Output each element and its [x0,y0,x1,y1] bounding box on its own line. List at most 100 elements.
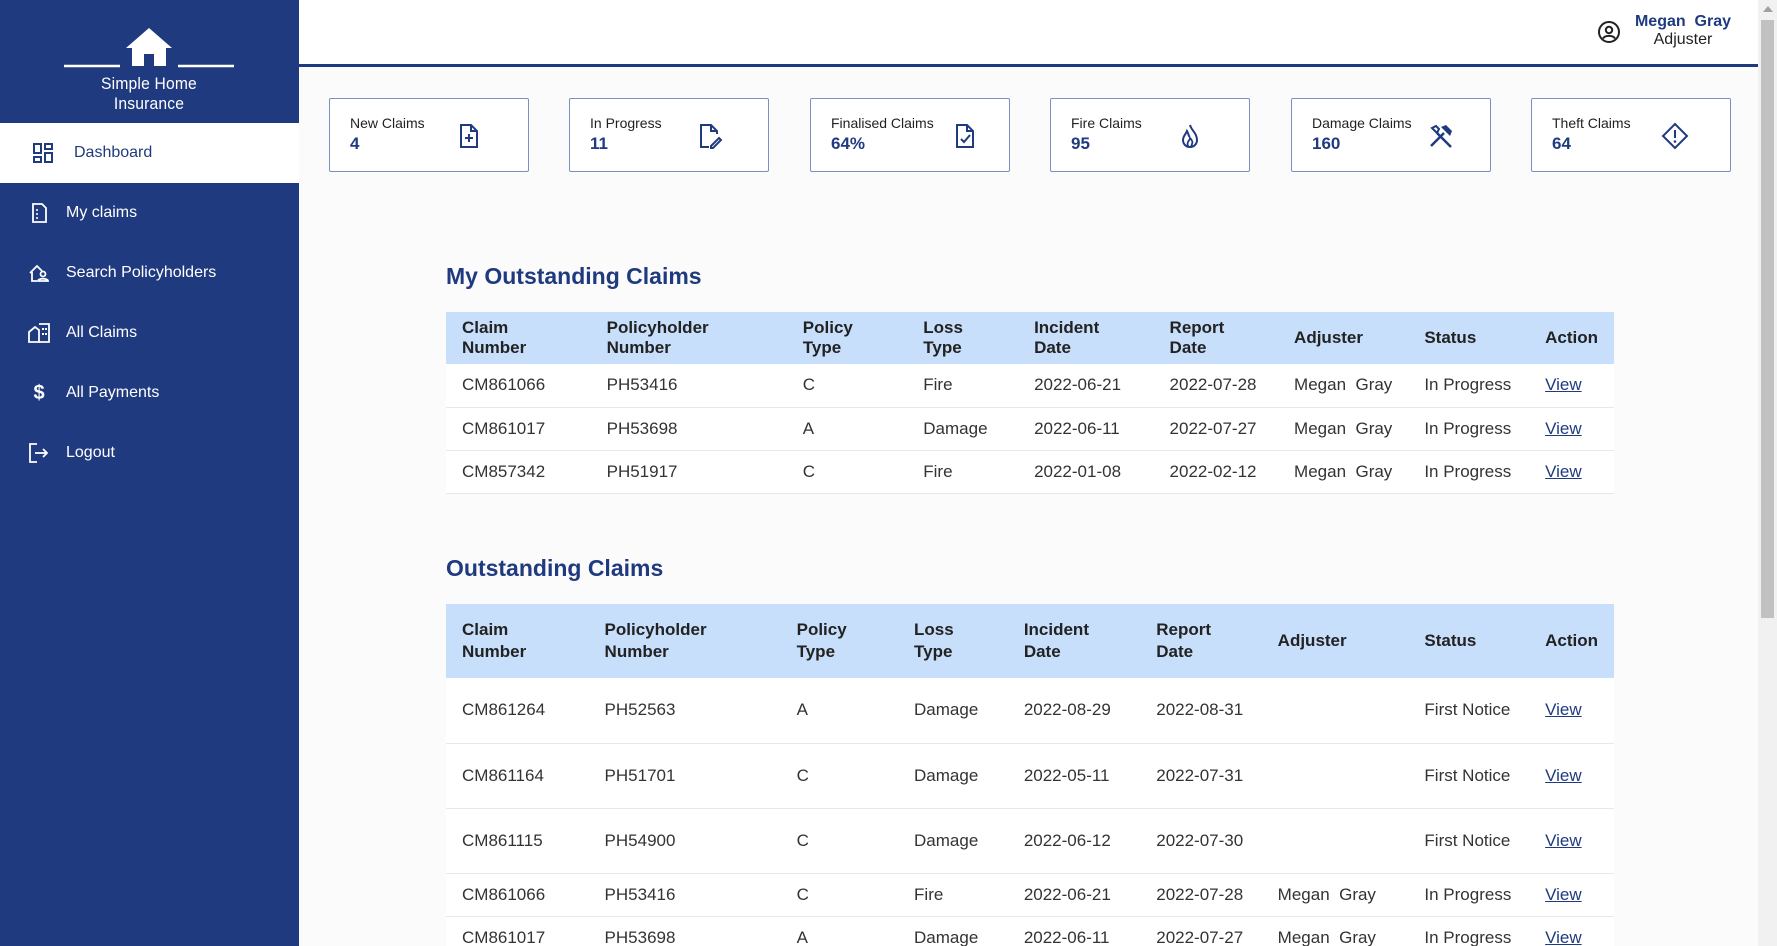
table-header-row: Claim Number Policyholder Number Policy … [446,604,1614,678]
user-info[interactable]: Megan Gray Adjuster [1635,13,1731,49]
col-loss-type[interactable]: Loss Type [898,604,1008,678]
sidebar-item-label: Search Policyholders [66,264,217,281]
col-status[interactable]: Status [1408,312,1530,364]
cell-loss-type: Damage [898,743,1008,809]
cell-claim-number: CM861017 [446,407,591,451]
cell-report-date: 2022-07-30 [1140,808,1262,874]
col-loss-type[interactable]: Loss Type [907,312,1019,364]
scroll-up-arrow-icon[interactable] [1763,6,1773,12]
cell-policyholder-number: PH52563 [588,678,781,744]
cell-claim-number: CM861066 [446,873,589,917]
scroll-thumb[interactable] [1761,20,1774,618]
cell-status: In Progress [1408,916,1530,946]
cell-policyholder-number: PH53416 [588,873,781,917]
view-link[interactable]: View [1529,743,1614,809]
stat-card-new-claims[interactable]: New Claims 4 [329,98,529,172]
table-row: CM861164 PH51701 C Damage 2022-05-11 202… [446,743,1614,809]
col-status[interactable]: Status [1408,604,1530,678]
cell-report-date: 2022-07-28 [1153,364,1279,408]
stat-card-damage-claims[interactable]: Damage Claims 160 [1291,98,1491,172]
col-claim-number[interactable]: Claim Number [446,312,591,364]
cell-policy-type: A [780,678,899,744]
cell-loss-type: Damage [907,407,1019,451]
cell-policyholder-number: PH53698 [590,407,787,451]
view-link[interactable]: View [1529,873,1614,917]
col-report-date[interactable]: Report Date [1140,604,1262,678]
section-title-outstanding: Outstanding Claims [446,555,664,581]
cell-claim-number: CM861264 [446,678,589,744]
view-link[interactable]: View [1529,450,1614,494]
stat-value: 64% [831,134,866,153]
col-policy-type[interactable]: Policy Type [786,312,908,364]
col-policyholder-number[interactable]: Policyholder Number [588,604,781,678]
cell-adjuster: Megan Gray [1278,450,1409,494]
sidebar-item-dashboard[interactable]: Dashboard [0,123,299,183]
stat-label: New Claims [350,115,425,131]
sidebar-item-my-claims[interactable]: My claims [0,183,299,243]
cell-incident-date: 2022-06-21 [1018,364,1154,408]
col-action[interactable]: Action [1529,604,1614,678]
table-row: CM861264 PH52563 A Damage 2022-08-29 202… [446,678,1614,744]
cell-status: First Notice [1408,808,1530,874]
col-action[interactable]: Action [1529,312,1614,364]
stat-label: Theft Claims [1552,115,1631,131]
cell-incident-date: 2022-06-21 [1007,873,1141,917]
dashboard-icon [32,142,54,164]
outstanding-claims-table: Claim Number Policyholder Number Policy … [446,604,1614,946]
user-circle-icon[interactable] [1597,20,1621,44]
logo-text: Simple Home Insurance [101,74,197,113]
cell-policy-type: C [786,450,908,494]
stat-card-finalised-claims[interactable]: Finalised Claims 64% [810,98,1010,172]
sidebar-item-label: Logout [66,444,115,461]
col-incident-date[interactable]: Incident Date [1007,604,1141,678]
col-report-date[interactable]: Report Date [1153,312,1279,364]
cell-loss-type: Damage [898,916,1008,946]
sidebar-item-label: Dashboard [74,144,153,161]
cell-incident-date: 2022-06-11 [1007,916,1141,946]
cell-policy-type: C [780,873,899,917]
stat-value: 11 [590,134,608,153]
cell-policy-type: A [780,916,899,946]
cell-adjuster: Megan Gray [1278,407,1409,451]
cell-report-date: 2022-07-27 [1153,407,1279,451]
cell-claim-number: CM857342 [446,450,591,494]
stat-card-in-progress[interactable]: In Progress 11 [569,98,769,172]
view-link[interactable]: View [1529,678,1614,744]
col-claim-number[interactable]: Claim Number [446,604,589,678]
stat-label: Fire Claims [1071,115,1142,131]
col-adjuster[interactable]: Adjuster [1261,604,1409,678]
cell-adjuster: Megan Gray [1261,916,1409,946]
cell-policy-type: C [780,808,899,874]
view-link[interactable]: View [1529,808,1614,874]
sidebar-item-all-payments[interactable]: $ All Payments [0,363,299,423]
cell-claim-number: CM861115 [446,808,589,874]
logo[interactable]: Simple Home Insurance [64,26,234,113]
cell-loss-type: Fire [907,450,1019,494]
stat-card-theft-claims[interactable]: Theft Claims 64 [1531,98,1731,172]
page-scrollbar[interactable] [1758,0,1777,946]
cell-policyholder-number: PH51917 [590,450,787,494]
col-adjuster[interactable]: Adjuster [1278,312,1409,364]
stat-label: Damage Claims [1312,115,1412,131]
tools-icon [1427,122,1455,150]
cell-claim-number: CM861066 [446,364,591,408]
sidebar-item-all-claims[interactable]: All Claims [0,303,299,363]
col-incident-date[interactable]: Incident Date [1018,312,1154,364]
cell-loss-type: Damage [898,808,1008,874]
warning-diamond-icon [1661,122,1689,150]
sidebar-item-search-policyholders[interactable]: Search Policyholders [0,243,299,303]
view-link[interactable]: View [1529,364,1614,408]
table-row: CM861066 PH53416 C Fire 2022-06-21 2022-… [446,873,1614,917]
col-policy-type[interactable]: Policy Type [780,604,899,678]
col-policyholder-number[interactable]: Policyholder Number [590,312,787,364]
cell-status: In Progress [1408,873,1530,917]
cell-policyholder-number: PH54900 [588,808,781,874]
house-logo-icon [64,28,234,68]
view-link[interactable]: View [1529,916,1614,946]
cell-report-date: 2022-08-31 [1140,678,1262,744]
table-row: CM861066 PH53416 C Fire 2022-06-21 2022-… [446,364,1614,408]
table-row: CM861017 PH53698 A Damage 2022-06-11 202… [446,407,1614,451]
stat-card-fire-claims[interactable]: Fire Claims 95 [1050,98,1250,172]
view-link[interactable]: View [1529,407,1614,451]
sidebar-item-logout[interactable]: Logout [0,423,299,483]
